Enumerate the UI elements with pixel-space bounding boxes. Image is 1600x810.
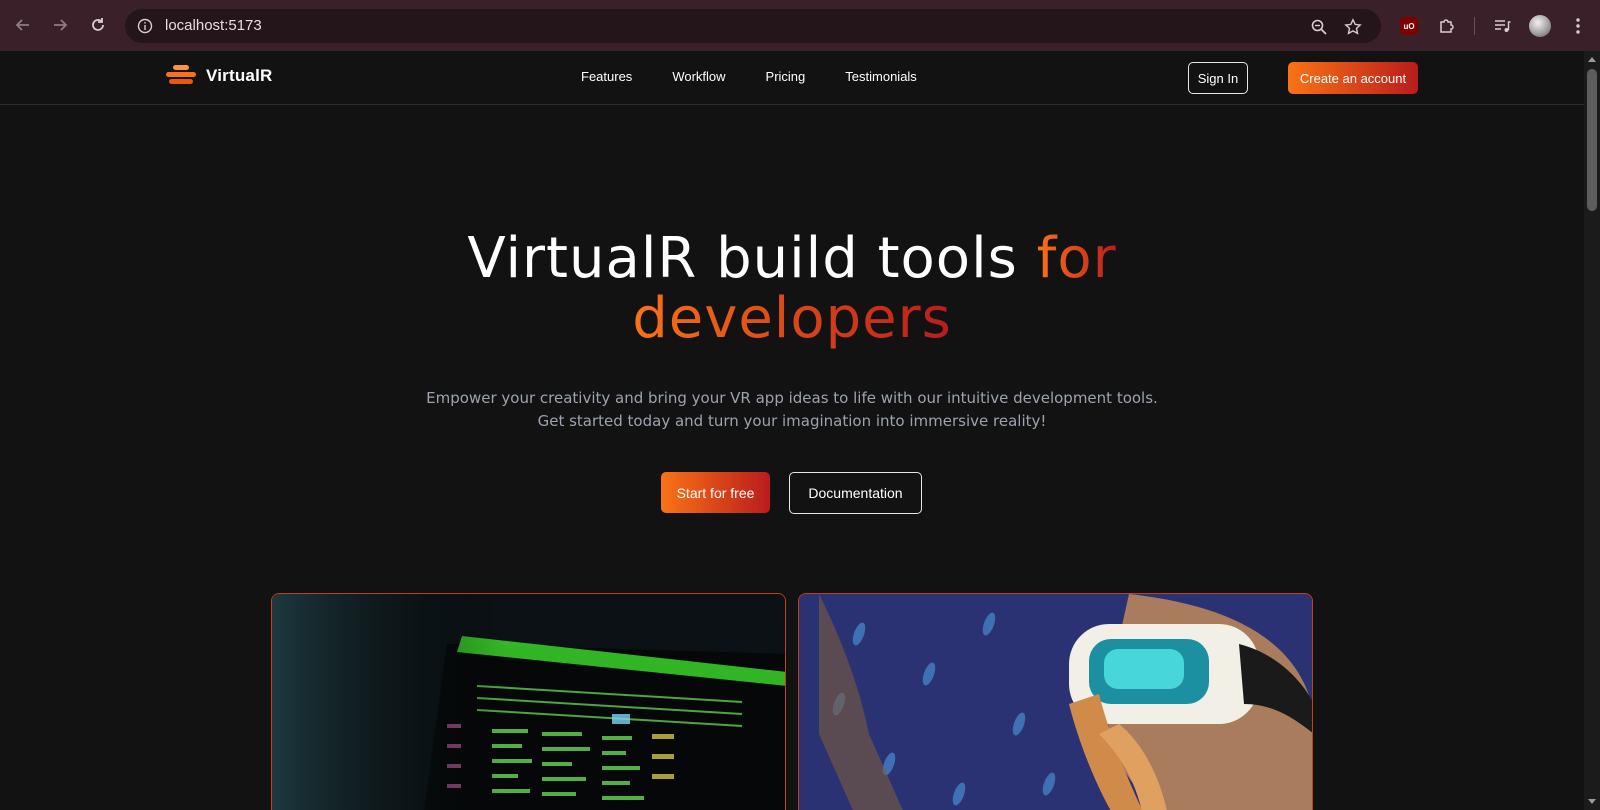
nav-link-features[interactable]: Features	[581, 69, 632, 84]
scroll-up-arrow-icon[interactable]	[1588, 57, 1596, 62]
vr-headset-image	[799, 594, 1312, 810]
hero-subtitle-line-2: Get started today and turn your imaginat…	[537, 412, 1047, 430]
media-queue-icon[interactable]	[1489, 13, 1515, 39]
hero-subtitle: Empower your creativity and bring your V…	[0, 387, 1584, 433]
scroll-down-arrow-icon[interactable]	[1588, 799, 1596, 804]
avatar	[1529, 15, 1551, 37]
nav-link-testimonials[interactable]: Testimonials	[845, 69, 917, 84]
address-bar[interactable]: localhost:5173	[125, 9, 1381, 43]
hero-title-accent-1: for	[1036, 226, 1117, 291]
start-for-free-button[interactable]: Start for free	[661, 472, 770, 513]
nav-link-pricing[interactable]: Pricing	[766, 69, 806, 84]
brand-logo[interactable]: VirtualR	[166, 65, 272, 87]
hero-video-right[interactable]	[798, 593, 1313, 810]
site-info-icon[interactable]	[133, 14, 157, 38]
puzzle-icon[interactable]	[1434, 13, 1460, 39]
profile-avatar[interactable]	[1527, 13, 1553, 39]
create-account-button[interactable]: Create an account	[1288, 62, 1418, 94]
toolbar-divider	[1474, 17, 1475, 35]
top-navbar: VirtualR Features Workflow Pricing Testi…	[0, 51, 1584, 105]
sign-in-button[interactable]: Sign In	[1188, 62, 1248, 94]
ublock-extension-icon[interactable]: uO	[1396, 13, 1422, 39]
hero-subtitle-line-1: Empower your creativity and bring your V…	[426, 389, 1158, 407]
ublock-badge: uO	[1400, 17, 1418, 35]
kebab-menu-icon[interactable]	[1565, 13, 1591, 39]
star-icon[interactable]	[1343, 17, 1363, 37]
hero-title-white: VirtualR build tools	[467, 226, 1037, 291]
browser-chrome: localhost:5173 uO	[0, 0, 1600, 51]
hero-video-left[interactable]	[271, 593, 786, 810]
zoom-icon[interactable]	[1309, 17, 1329, 37]
back-arrow-icon[interactable]	[10, 12, 36, 38]
terminal-image	[272, 594, 785, 810]
page-scrollbar[interactable]	[1584, 51, 1600, 810]
nav-link-workflow[interactable]: Workflow	[672, 69, 725, 84]
page-viewport: VirtualR Features Workflow Pricing Testi…	[0, 51, 1584, 810]
url-text[interactable]: localhost:5173	[165, 17, 262, 34]
logo-icon	[166, 65, 196, 87]
scrollbar-thumb[interactable]	[1587, 69, 1597, 211]
forward-arrow-icon[interactable]	[47, 12, 73, 38]
hero-title: VirtualR build tools for developers	[0, 229, 1584, 349]
documentation-button[interactable]: Documentation	[789, 472, 922, 514]
nav-links: Features Workflow Pricing Testimonials	[581, 69, 917, 84]
hero-title-accent-2: developers	[632, 286, 952, 351]
brand-name: VirtualR	[206, 66, 273, 85]
reload-icon[interactable]	[85, 12, 111, 38]
